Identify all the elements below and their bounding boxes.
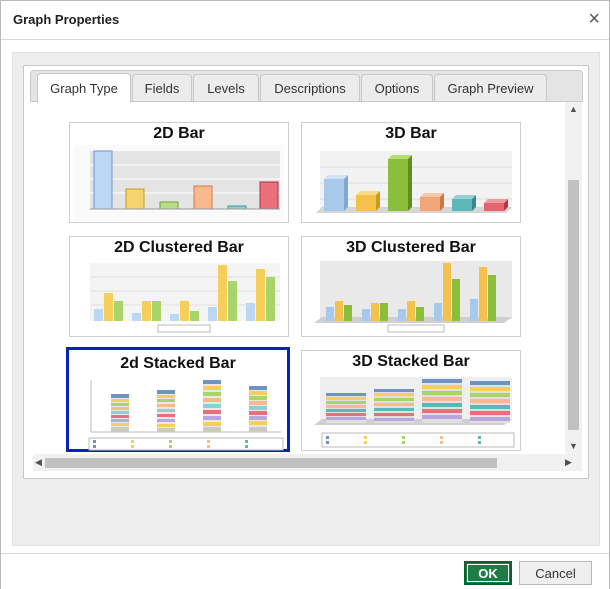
graph-type-3d-bar[interactable]: 3D Bar [301,122,521,223]
2d-stacked-bar-thumbnail [88,380,284,451]
stack-3d-3 [422,379,462,423]
tab-graph-type[interactable]: Graph Type [37,73,131,103]
close-icon[interactable]: × [588,9,600,29]
dialog-body: Graph Type Fields Levels Descriptions Op… [12,52,600,546]
stack-2010 [157,390,175,432]
graph-type-3d-clustered-bar[interactable]: 3D Clustered Bar [301,236,521,337]
stack-2012 [249,386,267,432]
graph-type-2d-bar[interactable]: 2D Bar [69,122,289,223]
ok-button[interactable]: OK [464,561,512,585]
stack-2011 [203,380,221,432]
stack-2009 [111,394,129,432]
dialog-title: Graph Properties [13,12,120,27]
scroll-up-arrow-icon[interactable]: ▲ [565,104,582,115]
graph-type-label: 3D Bar [385,125,437,142]
tab-graph-preview[interactable]: Graph Preview [434,74,547,101]
tab-descriptions[interactable]: Descriptions [260,74,360,101]
graph-type-2d-stacked-bar[interactable]: 2d Stacked Bar [66,347,290,452]
stack-3d-4 [470,381,510,423]
cancel-button[interactable]: Cancel [519,561,592,585]
graph-type-2d-clustered-bar[interactable]: 2D Clustered Bar [69,236,289,337]
tab-strip: Graph Type Fields Levels Descriptions Op… [30,70,583,103]
horizontal-scrollbar[interactable]: ◀ ▶ [33,454,582,471]
stack-3d-2 [374,389,414,423]
dialog-footer: OK Cancel [1,553,609,589]
3d-stacked-bar-thumbnail [314,377,515,448]
graph-type-label: 3D Clustered Bar [346,239,476,256]
dialog-titlebar: Graph Properties × [1,1,609,40]
graph-type-label: 3D Stacked Bar [352,353,470,370]
graph-properties-dialog: Graph Properties × Graph Type Fields Lev… [0,0,610,589]
2d-bar-thumbnail [74,145,284,221]
vertical-scroll-thumb[interactable] [568,180,579,430]
graph-type-label: 2D Clustered Bar [114,239,244,256]
stack-3d-1 [326,393,366,423]
tab-levels[interactable]: Levels [193,74,259,101]
tab-panel: Graph Type Fields Levels Descriptions Op… [23,65,589,479]
graph-type-label: 2D Bar [153,125,205,142]
3d-clustered-bar-thumbnail [314,261,512,333]
2d-clustered-bar-thumbnail [90,263,280,333]
tab-options[interactable]: Options [361,74,433,101]
graph-type-gallery: 2D Bar 3D Bar 2D Clustered Bar 3D Cluste… [33,102,566,454]
graph-type-3d-stacked-bar[interactable]: 3D Stacked Bar [301,350,521,451]
horizontal-scroll-thumb[interactable] [45,458,497,468]
vertical-scrollbar[interactable]: ▲ ▼ [565,102,582,454]
scroll-down-arrow-icon[interactable]: ▼ [565,441,582,452]
3d-bar-thumbnail [316,151,512,213]
scroll-right-arrow-icon[interactable]: ▶ [560,457,577,468]
graph-type-label: 2d Stacked Bar [120,355,236,372]
tab-fields[interactable]: Fields [132,74,192,101]
